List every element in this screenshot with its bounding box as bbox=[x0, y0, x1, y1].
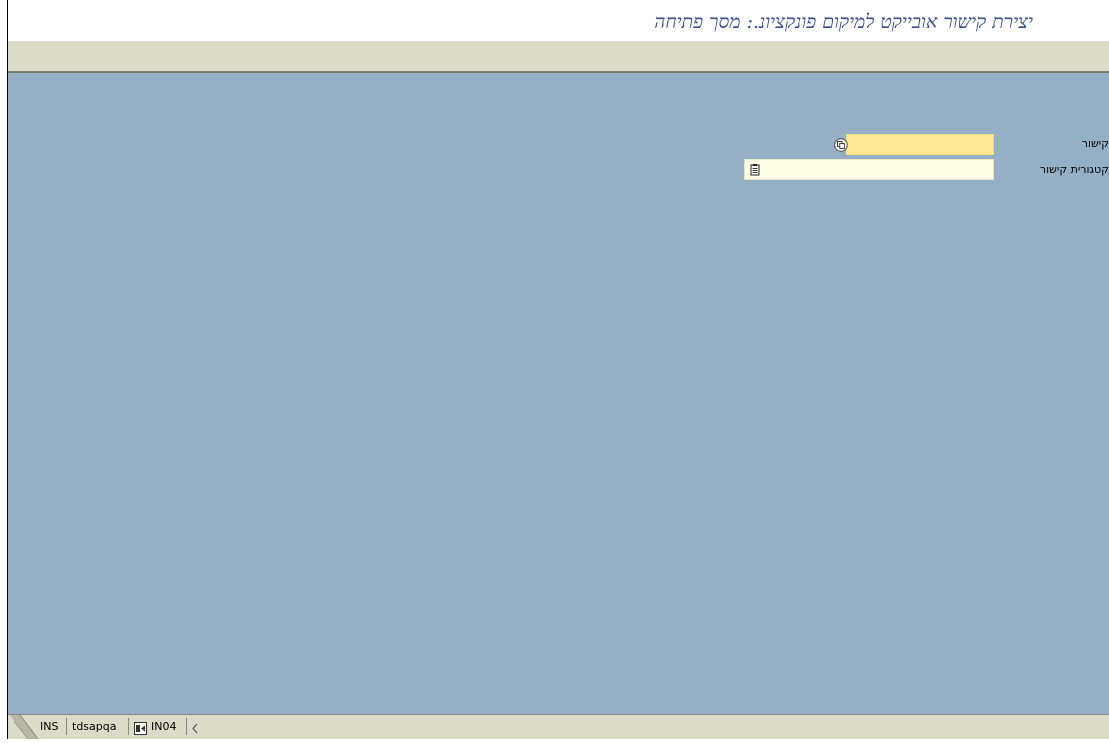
status-divider bbox=[186, 718, 187, 735]
status-divider bbox=[66, 718, 67, 735]
status-bar: INS tdsapqa IN04 bbox=[8, 714, 1109, 740]
link-category-input[interactable] bbox=[744, 159, 994, 180]
window-left-border bbox=[0, 0, 8, 739]
status-session: IN04 bbox=[151, 720, 177, 733]
status-system: tdsapqa bbox=[72, 720, 117, 733]
link-category-label: קטגורית קישור bbox=[1039, 163, 1109, 176]
main-workarea: קישור קטגורית קישור bbox=[8, 73, 1109, 714]
window-title: יצירת קישור אובייקט למיקום פונקציונ.: מס… bbox=[654, 11, 1033, 33]
link-label: קישור bbox=[1081, 137, 1109, 150]
resize-grip-icon[interactable] bbox=[10, 714, 39, 740]
clipboard-icon[interactable] bbox=[748, 162, 762, 176]
link-input[interactable] bbox=[846, 134, 994, 155]
status-mode: INS bbox=[40, 720, 59, 733]
application-toolbar bbox=[8, 42, 1109, 73]
sap-window: יצירת קישור אובייקט למיקום פונקציונ.: מס… bbox=[0, 0, 1109, 740]
session-icon bbox=[134, 720, 148, 735]
title-bar: יצירת קישור אובייקט למיקום פונקציונ.: מס… bbox=[8, 0, 1109, 42]
status-divider bbox=[128, 718, 129, 735]
left-arrow-icon[interactable] bbox=[190, 720, 204, 734]
copy-icon[interactable] bbox=[834, 137, 848, 152]
